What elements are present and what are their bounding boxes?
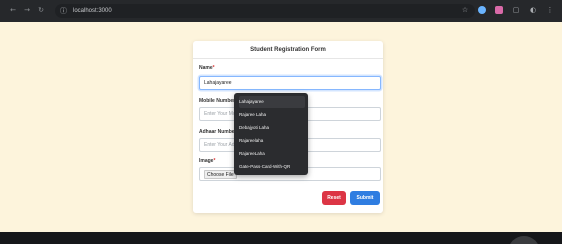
image-label-text: Image — [199, 158, 214, 164]
mobile-label: Mobile Number — [199, 98, 236, 104]
suggestion-item[interactable]: Rajaree Laha — [239, 109, 305, 121]
suggestion-item[interactable]: RajareeLaha — [239, 148, 305, 160]
site-info-icon[interactable]: ⓘ — [60, 6, 70, 16]
form-title: Student Registration Form — [250, 47, 326, 53]
star-icon[interactable]: ☆ — [461, 6, 469, 14]
aadhar-label: Adhaar Number — [199, 129, 237, 135]
reset-button[interactable]: Reset — [322, 191, 346, 205]
submit-button[interactable]: Submit — [350, 191, 380, 205]
nav-buttons: ← → ↻ — [9, 6, 45, 14]
account-icon[interactable] — [478, 6, 486, 14]
toolbar-icons: ☆ ▢ ◐ ⋮ — [461, 6, 554, 14]
puzzle-icon[interactable]: ▢ — [512, 6, 520, 14]
forward-arrow-icon[interactable]: → — [23, 6, 31, 14]
back-arrow-icon[interactable]: ← — [9, 6, 17, 14]
form-divider — [193, 58, 383, 59]
autocomplete-dropdown: × Lahajayaree Rajaree Laha Debajyoti Lah… — [234, 93, 308, 175]
suggestion-item[interactable]: Lahajayaree — [239, 96, 305, 108]
name-value[interactable]: Lahajayaree — [204, 80, 232, 87]
address-bar[interactable]: ⓘ localhost:3000 — [55, 4, 475, 18]
required-mark: * — [213, 158, 216, 164]
name-label: Name* — [199, 65, 215, 71]
choose-file-button[interactable]: Choose File — [204, 170, 237, 179]
reload-icon[interactable]: ↻ — [37, 6, 45, 14]
url-text[interactable]: localhost:3000 — [73, 6, 112, 16]
suggestion-item[interactable]: Debajyoti Laha — [239, 122, 305, 134]
browser-toolbar: ← → ↻ ⓘ localhost:3000 ☆ ▢ ◐ ⋮ — [0, 0, 562, 22]
extension-icon[interactable] — [495, 6, 503, 14]
name-label-text: Name — [199, 65, 213, 71]
profile-icon[interactable]: ◐ — [529, 6, 537, 14]
suggestion-item[interactable]: Gate-Pass-Card-With-QR — [239, 161, 305, 173]
bottom-bar — [0, 232, 562, 244]
required-mark: * — [212, 65, 215, 71]
menu-icon[interactable]: ⋮ — [546, 6, 554, 14]
suggestion-item[interactable]: Rajareelaha — [239, 135, 305, 147]
name-field[interactable]: Lahajayaree — [199, 76, 381, 90]
image-label: Image* — [199, 158, 215, 164]
